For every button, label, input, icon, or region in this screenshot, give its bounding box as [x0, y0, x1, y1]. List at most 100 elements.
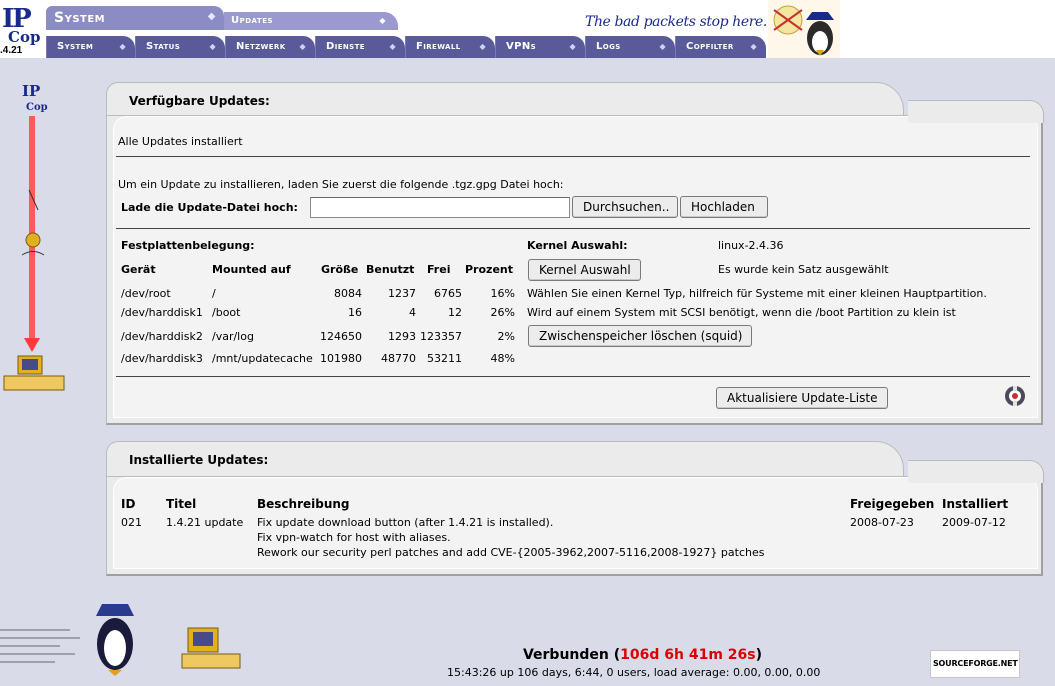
disk-mount: / — [212, 287, 216, 300]
update-description-line: Fix vpn-watch for host with aliases. — [257, 531, 451, 544]
disk-mount: /boot — [212, 306, 241, 319]
disk-device: /dev/root — [121, 287, 171, 300]
upload-button[interactable]: Hochladen — [680, 196, 768, 218]
nav-netzwerk[interactable]: Netzwerk ◆ — [225, 36, 315, 58]
uptime-text: 15:43:26 up 106 days, 6:44, 0 users, loa… — [447, 666, 821, 679]
col-installed: Installiert — [942, 497, 1009, 511]
disk-size: 101980 — [320, 352, 362, 365]
upload-instruction: Um ein Update zu installieren, laden Sie… — [118, 178, 564, 191]
nav-firewall[interactable]: Firewall ◆ — [405, 36, 495, 58]
col-used: Benutzt — [366, 263, 415, 276]
disk-device: /dev/harddisk2 — [121, 330, 203, 343]
installed-updates-tab: Installierte Updates: — [106, 441, 904, 477]
diamond-icon: ◆ — [379, 16, 386, 25]
slogan: The bad packets stop here. — [585, 14, 767, 30]
diamond-icon: ◆ — [750, 42, 757, 51]
col-title: Titel — [166, 497, 197, 511]
update-description-line: Fix update download button (after 1.4.21… — [257, 516, 554, 529]
update-description-line: Rework our security perl patches and add… — [257, 546, 765, 559]
upload-label: Lade die Update-Datei hoch: — [121, 201, 298, 214]
refresh-update-list-button[interactable]: Aktualisiere Update-Liste — [716, 387, 888, 409]
kernel-select-button[interactable]: Kernel Auswahl — [528, 259, 641, 281]
col-mount: Mounted auf — [212, 263, 291, 276]
disk-percent: 2% — [497, 330, 515, 343]
disk-size: 16 — [348, 306, 362, 319]
penguin-police-mascot — [0, 604, 241, 676]
nav-vpns[interactable]: VPNs ◆ — [495, 36, 585, 58]
disk-usage-title: Festplattenbelegung: — [121, 239, 255, 252]
header: IP Cop .4.21 System ◆ Updates ◆ The bad … — [0, 0, 1055, 58]
connected-label: Verbunden — [522, 647, 609, 663]
disk-mount: /var/log — [212, 330, 254, 343]
panel-corner — [908, 100, 1044, 123]
disk-percent: 26% — [490, 306, 515, 319]
svg-text:Cop: Cop — [26, 102, 48, 113]
nav-logs[interactable]: Logs ◆ — [585, 36, 675, 58]
disk-used: 1293 — [388, 330, 416, 343]
nav-label: VPNs — [506, 41, 537, 52]
panel-corner — [908, 460, 1044, 483]
version-label: .4.21 — [0, 45, 23, 56]
divider — [116, 156, 1030, 157]
diamond-icon: ◆ — [119, 42, 126, 51]
connection-status: Verbunden (106d 6h 41m 26s) — [0, 647, 1055, 663]
nav-label: Dienste — [326, 41, 365, 52]
col-device: Gerät — [121, 263, 156, 276]
disk-device: /dev/harddisk1 — [121, 306, 203, 319]
nav-dienste[interactable]: Dienste ◆ — [315, 36, 405, 58]
connected-time: 106d 6h 41m 26s — [620, 647, 756, 663]
divider — [116, 376, 1030, 377]
col-description: Beschreibung — [257, 497, 350, 511]
kernel-status: Es wurde kein Satz ausgewählt — [718, 263, 889, 276]
col-id: ID — [121, 497, 136, 511]
nav-label: System — [57, 41, 94, 52]
update-file-input[interactable] — [310, 197, 570, 218]
diamond-icon: ◆ — [479, 42, 486, 51]
diamond-icon: ◆ — [209, 42, 216, 51]
disk-size: 8084 — [334, 287, 362, 300]
nav-system[interactable]: System ◆ — [46, 36, 135, 58]
kernel-label: Kernel Auswahl: — [527, 239, 628, 252]
diamond-icon: ◆ — [389, 42, 396, 51]
nav-label: Copfilter — [686, 41, 734, 52]
disk-device: /dev/harddisk3 — [121, 352, 203, 365]
update-id: 021 — [121, 516, 142, 529]
nav-status[interactable]: Status ◆ — [135, 36, 225, 58]
col-size: Größe — [321, 263, 359, 276]
browse-button[interactable]: Durchsuchen.. — [572, 196, 678, 218]
installed-updates-title: Installierte Updates: — [129, 453, 269, 467]
update-released-date: 2008-07-23 — [850, 516, 914, 529]
tab-updates-label: Updates — [231, 15, 274, 26]
connected-paren: ) — [755, 647, 763, 663]
kernel-hint-2: Wird auf einem System mit SCSI benötigt,… — [527, 306, 956, 319]
help-icon[interactable] — [1004, 385, 1026, 407]
col-released: Freigegeben — [850, 497, 935, 511]
sourceforge-logo[interactable]: SOURCEFORGE.NET — [930, 650, 1020, 678]
tab-updates[interactable]: Updates ◆ — [224, 12, 398, 30]
svg-text:IP: IP — [22, 82, 40, 100]
col-free: Frei — [427, 263, 451, 276]
diamond-icon: ◆ — [569, 42, 576, 51]
diamond-icon: ◆ — [299, 42, 306, 51]
logo-sub: Cop — [8, 28, 41, 46]
ipcop-logo[interactable]: IP Cop .4.21 — [0, 0, 46, 58]
nav-copfilter[interactable]: Copfilter ◆ — [675, 36, 766, 58]
penguin-cop-mascot — [768, 0, 840, 58]
available-updates-title: Verfügbare Updates: — [129, 94, 270, 108]
disk-mount: /mnt/updatecache — [212, 352, 313, 365]
disk-used: 48770 — [381, 352, 416, 365]
section-title: System ◆ — [46, 6, 224, 30]
available-updates-tab: Verfügbare Updates: — [106, 82, 904, 118]
divider — [116, 228, 1030, 229]
disk-free: 12 — [448, 306, 462, 319]
disk-free: 123357 — [420, 330, 462, 343]
disk-size: 124650 — [320, 330, 362, 343]
diamond-icon: ◆ — [659, 42, 666, 51]
nav-label: Netzwerk — [236, 41, 286, 52]
update-installed-date: 2009-07-12 — [942, 516, 1006, 529]
disk-used: 1237 — [388, 287, 416, 300]
clear-cache-button[interactable]: Zwischenspeicher löschen (squid) — [528, 325, 752, 347]
disk-free: 53211 — [427, 352, 462, 365]
nav-label: Status — [146, 41, 181, 52]
packet-flow-graphic: IP Cop — [3, 82, 65, 391]
